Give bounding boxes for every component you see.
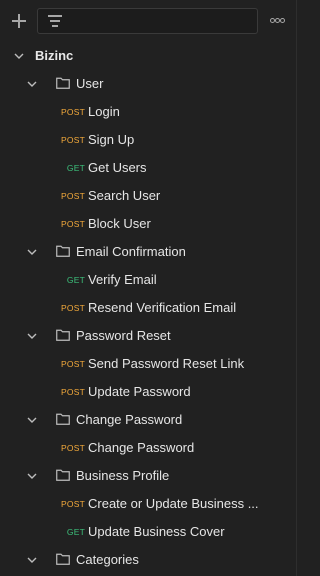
request-update-business-cover[interactable]: GET Update Business Cover <box>0 518 296 546</box>
collections-sidebar: Bizinc User POST Login POST Sign Up GET … <box>0 0 297 576</box>
request-label: Change Password <box>88 440 195 455</box>
collection-label: Bizinc <box>35 48 74 63</box>
request-verify-email[interactable]: GET Verify Email <box>0 266 296 294</box>
folder-user[interactable]: User <box>0 70 296 98</box>
method-badge: GET <box>66 527 85 537</box>
collection-bizinc[interactable]: Bizinc <box>0 42 296 70</box>
method-badge: POST <box>61 499 85 509</box>
request-get-users[interactable]: GET Get Users <box>0 154 296 182</box>
collection-tree: Bizinc User POST Login POST Sign Up GET … <box>0 42 296 574</box>
request-label: Login <box>88 104 120 119</box>
request-label: Send Password Reset Link <box>88 356 245 371</box>
folder-icon <box>56 413 70 425</box>
method-badge: POST <box>61 303 85 313</box>
method-badge: GET <box>66 163 85 173</box>
chevron-down-icon[interactable] <box>13 50 25 62</box>
folder-label: User <box>76 76 104 91</box>
chevron-down-icon[interactable] <box>26 414 38 426</box>
folder-password-reset[interactable]: Password Reset <box>0 322 296 350</box>
method-badge: POST <box>61 219 85 229</box>
request-resend-verification-email[interactable]: POST Resend Verification Email <box>0 294 296 322</box>
folder-icon <box>56 553 70 565</box>
chevron-down-icon[interactable] <box>26 554 38 566</box>
plus-icon[interactable] <box>8 10 30 32</box>
request-block-user[interactable]: POST Block User <box>0 210 296 238</box>
folder-icon <box>56 245 70 257</box>
folder-label: Categories <box>76 552 139 567</box>
sidebar-toolbar <box>0 0 296 44</box>
folder-label: Change Password <box>76 412 183 427</box>
request-label: Resend Verification Email <box>88 300 237 315</box>
request-label: Create or Update Business ... <box>88 496 259 511</box>
request-label: Block User <box>88 216 151 231</box>
folder-email-confirmation[interactable]: Email Confirmation <box>0 238 296 266</box>
folder-label: Business Profile <box>76 468 170 483</box>
request-label: Verify Email <box>88 272 157 287</box>
folder-change-password[interactable]: Change Password <box>0 406 296 434</box>
request-label: Get Users <box>88 160 147 175</box>
filter-icon <box>48 15 62 27</box>
method-badge: POST <box>61 107 85 117</box>
method-badge: POST <box>61 191 85 201</box>
request-label: Search User <box>88 188 161 203</box>
request-create-or-update-business[interactable]: POST Create or Update Business ... <box>0 490 296 518</box>
method-badge: POST <box>61 359 85 369</box>
chevron-down-icon[interactable] <box>26 78 38 90</box>
request-sign-up[interactable]: POST Sign Up <box>0 126 296 154</box>
request-label: Sign Up <box>88 132 135 147</box>
folder-icon <box>56 329 70 341</box>
filter-input[interactable] <box>37 8 258 34</box>
request-login[interactable]: POST Login <box>0 98 296 126</box>
chevron-down-icon[interactable] <box>26 470 38 482</box>
folder-icon <box>56 77 70 89</box>
more-options-icon[interactable] <box>270 16 286 26</box>
chevron-down-icon[interactable] <box>26 246 38 258</box>
folder-label: Email Confirmation <box>76 244 186 259</box>
request-change-password[interactable]: POST Change Password <box>0 434 296 462</box>
request-send-password-reset-link[interactable]: POST Send Password Reset Link <box>0 350 296 378</box>
request-label: Update Business Cover <box>88 524 225 539</box>
request-label: Update Password <box>88 384 191 399</box>
folder-business-profile[interactable]: Business Profile <box>0 462 296 490</box>
chevron-down-icon[interactable] <box>26 330 38 342</box>
method-badge: POST <box>61 443 85 453</box>
method-badge: POST <box>61 387 85 397</box>
request-search-user[interactable]: POST Search User <box>0 182 296 210</box>
method-badge: GET <box>66 275 85 285</box>
method-badge: POST <box>61 135 85 145</box>
folder-icon <box>56 469 70 481</box>
folder-label: Password Reset <box>76 328 171 343</box>
folder-categories[interactable]: Categories <box>0 546 296 574</box>
request-update-password[interactable]: POST Update Password <box>0 378 296 406</box>
